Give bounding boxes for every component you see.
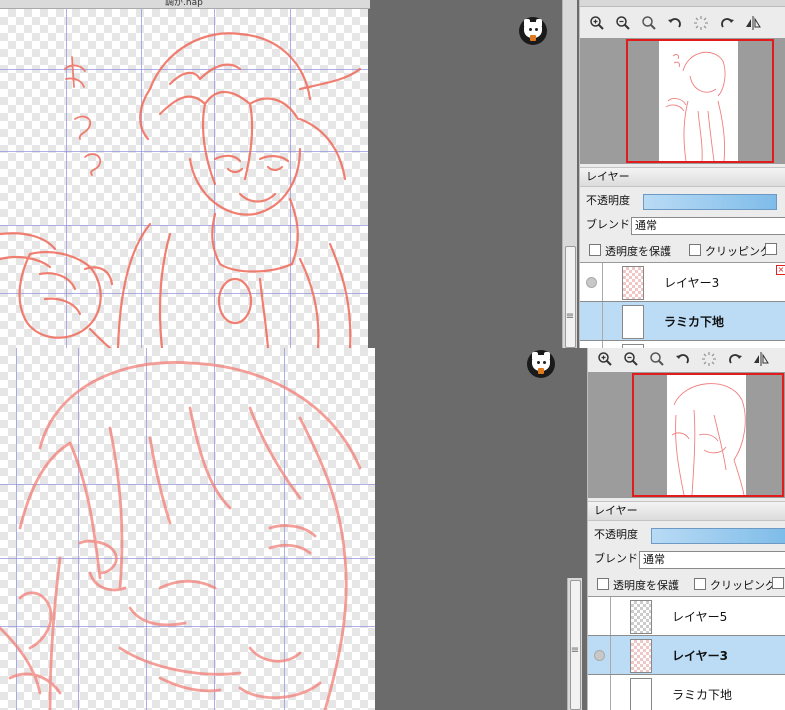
layers-panel-title: レイヤー [588, 501, 785, 521]
layer-name: レイヤー3 [672, 649, 728, 663]
layer-thumbnail [630, 600, 652, 634]
navigator-view-frame[interactable] [632, 373, 784, 497]
blend-mode-select[interactable]: 通常 [639, 551, 785, 569]
blend-label: ブレンド [594, 552, 638, 565]
canvas[interactable] [0, 348, 375, 710]
panel-header [580, 0, 785, 7]
layer-visibility-toggle[interactable] [580, 341, 603, 348]
clipping-checkbox[interactable]: クリッピング [694, 577, 776, 593]
flip-horizontal-icon[interactable] [740, 12, 766, 34]
layer-name: ラミカ下地 [672, 688, 733, 702]
mascot-icon [519, 17, 547, 45]
visibility-icon [586, 277, 597, 288]
layer-list: レイヤー3 × ラミカ下地 [580, 262, 785, 348]
layer-thumbnail [622, 266, 644, 300]
layer-thumbnail [622, 305, 644, 339]
navigator-toolbar [580, 10, 785, 36]
layer-visibility-toggle[interactable] [580, 263, 603, 301]
opacity-slider[interactable] [651, 528, 785, 544]
layer-item[interactable]: ラミカ下地 [580, 302, 785, 341]
clipping-checkbox[interactable]: クリッピング [689, 243, 771, 259]
side-panel: レイヤー 不透明度 ブレンド 通常 透明度を保護 クリッピング レイヤー5 レイ… [587, 348, 785, 710]
rotate-reset-icon[interactable] [688, 12, 714, 34]
zoom-out-icon[interactable] [610, 12, 636, 34]
navigator-thumbnail [671, 383, 746, 495]
clipping-label: クリッピング [705, 245, 771, 258]
line-sketch [0, 32, 362, 348]
navigator-thumbnail [665, 51, 726, 161]
opacity-label: 不透明度 [586, 194, 630, 207]
clipping-label: クリッピング [710, 579, 776, 592]
scrollbar-grip: ≡ [565, 311, 575, 322]
protect-alpha-checkbox[interactable]: 透明度を保護 [597, 577, 679, 593]
navigator-preview[interactable] [580, 38, 785, 164]
document-tab-label[interactable]: 調が.hap [165, 0, 203, 8]
layer-flag-icon: × [776, 265, 785, 275]
opacity-slider[interactable] [643, 194, 777, 210]
layers-panel-title: レイヤー [580, 167, 785, 187]
zoom-reset-icon[interactable] [636, 12, 662, 34]
rotate-right-icon[interactable] [714, 12, 740, 34]
protect-alpha-label: 透明度を保護 [613, 579, 679, 592]
rotate-right-icon[interactable] [722, 348, 748, 370]
rotate-left-icon[interactable] [670, 348, 696, 370]
layer-visibility-toggle[interactable] [580, 302, 603, 340]
visibility-icon [594, 650, 605, 661]
rotate-left-icon[interactable] [662, 12, 688, 34]
scrollbar-grip: ≡ [570, 645, 580, 656]
layer-item[interactable]: レイヤー5 [588, 597, 785, 636]
mascot-icon [527, 350, 555, 378]
zoom-out-icon[interactable] [618, 348, 644, 370]
vertical-scrollbar[interactable]: ≡ [562, 0, 577, 348]
layer-thumbnail [630, 639, 652, 673]
flip-horizontal-icon[interactable] [748, 348, 774, 370]
protect-alpha-checkbox[interactable]: 透明度を保護 [589, 243, 671, 259]
blend-label: ブレンド [586, 218, 630, 231]
layer-item[interactable]: レイヤー3 × [580, 263, 785, 302]
document-tab-strip[interactable]: 調が.hap [0, 0, 370, 9]
layer-list: レイヤー5 レイヤー3 ラミカ下地 [588, 596, 785, 710]
layer-item[interactable] [580, 341, 785, 348]
rotate-reset-icon[interactable] [696, 348, 722, 370]
bottom-screenshot: ≡ レイヤー 不透明度 ブレンド 通常 透明度を保護 クリッピング レイヤー5 … [0, 348, 785, 710]
side-panel: レイヤー 不透明度 ブレンド 通常 透明度を保護 クリッピング レイヤー3 × … [579, 0, 785, 348]
line-sketch [0, 361, 362, 710]
scrollbar-thumb[interactable] [565, 246, 576, 348]
zoom-reset-icon[interactable] [644, 348, 670, 370]
top-screenshot: 調が.hap ≡ レイヤー 不透明度 ブレンド 通常 透明度を保護 クリッピング… [0, 0, 785, 348]
layer-item[interactable]: ラミカ下地 [588, 675, 785, 710]
layer-visibility-toggle[interactable] [588, 597, 611, 635]
zoom-in-icon[interactable] [584, 12, 610, 34]
layer-visibility-toggle[interactable] [588, 636, 611, 674]
layer-name: レイヤー5 [672, 610, 728, 624]
zoom-in-icon[interactable] [592, 348, 618, 370]
navigator-toolbar [588, 348, 785, 372]
layer-name: レイヤー3 [664, 276, 720, 290]
opacity-label: 不透明度 [594, 528, 638, 541]
navigator-view-frame[interactable] [626, 39, 774, 163]
layer-thumbnail [630, 678, 652, 710]
navigator-preview[interactable] [588, 372, 785, 498]
protect-alpha-label: 透明度を保護 [605, 245, 671, 258]
vertical-scrollbar[interactable]: ≡ [567, 578, 582, 710]
layer-item[interactable]: レイヤー3 [588, 636, 785, 675]
layer-name: ラミカ下地 [664, 315, 725, 329]
canvas[interactable] [0, 9, 368, 348]
layer-visibility-toggle[interactable] [588, 675, 611, 710]
lock-checkbox[interactable] [772, 577, 785, 591]
blend-mode-select[interactable]: 通常 [631, 217, 785, 235]
lock-checkbox[interactable] [765, 243, 781, 257]
